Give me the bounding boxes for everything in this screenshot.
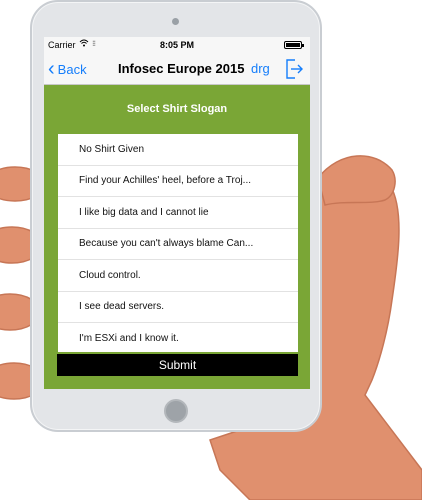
camera-dot — [172, 18, 179, 25]
slogan-label: Cloud control. — [79, 269, 141, 281]
slogan-label: No Shirt Given — [79, 143, 145, 155]
slogan-list[interactable]: No Shirt Given Find your Achilles' heel,… — [58, 134, 298, 352]
section-header: Select Shirt Slogan — [126, 103, 228, 115]
slogan-label: I'm ESXi and I know it. — [79, 333, 179, 345]
slogan-option[interactable]: Because you can't always blame Can... — [58, 229, 298, 260]
home-button[interactable] — [164, 399, 188, 423]
page-title: Infosec Europe 2015 — [118, 61, 245, 76]
slogan-option[interactable]: Find your Achilles' heel, before a Troj.… — [58, 166, 298, 197]
slogan-option[interactable]: Cloud control. — [58, 260, 298, 292]
slogan-option[interactable]: I see dead servers. — [58, 292, 298, 323]
status-bar: Carrier ⁝⁝ 8:05 PM — [44, 37, 310, 53]
slogan-label: I see dead servers. — [79, 301, 165, 313]
slogan-label: Because you can't always blame Can... — [79, 238, 254, 250]
back-label: Back — [57, 61, 87, 77]
chevron-left-icon: ‹ — [48, 58, 55, 80]
battery-icon — [284, 41, 304, 49]
slogan-option[interactable]: I'm ESXi and I know it. — [58, 323, 298, 352]
submit-button[interactable]: Submit — [57, 354, 298, 376]
status-time: 8:05 PM — [159, 40, 194, 50]
slogan-option[interactable]: I like big data and I cannot lie — [58, 197, 298, 229]
scene: Carrier ⁝⁝ 8:05 PM ‹ Back Infosec Europe… — [0, 0, 422, 500]
logout-icon[interactable] — [284, 58, 304, 80]
slogan-option[interactable]: No Shirt Given — [58, 134, 298, 166]
slogan-label: Find your Achilles' heel, before a Troj.… — [79, 175, 251, 187]
navigation-bar: ‹ Back Infosec Europe 2015 drg — [44, 53, 310, 85]
slogan-label: I like big data and I cannot lie — [79, 206, 209, 218]
back-button[interactable]: ‹ Back — [48, 59, 87, 79]
user-button[interactable]: drg — [251, 61, 270, 76]
app-screen: Carrier ⁝⁝ 8:05 PM ‹ Back Infosec Europe… — [44, 37, 310, 389]
